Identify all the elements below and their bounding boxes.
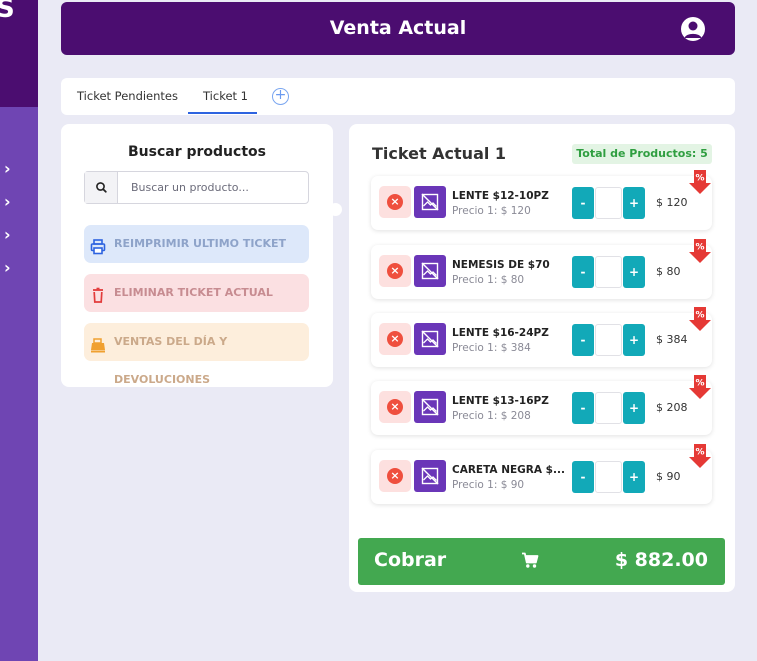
close-icon: × bbox=[387, 331, 403, 347]
svg-text:%: % bbox=[695, 311, 704, 321]
remove-item-button[interactable]: × bbox=[379, 323, 411, 355]
svg-text:%: % bbox=[695, 174, 704, 184]
svg-text:%: % bbox=[695, 379, 704, 389]
ticket-tabs: Ticket Pendientes Ticket 1 + bbox=[61, 78, 735, 115]
close-icon: × bbox=[387, 194, 403, 210]
cash-register-icon bbox=[90, 332, 106, 353]
page-title: Venta Actual bbox=[329, 17, 467, 39]
search-icon bbox=[85, 172, 118, 203]
item-price: Precio 1: $ 80 bbox=[452, 274, 525, 286]
tab-ticket-1[interactable]: Ticket 1 bbox=[203, 89, 248, 103]
svg-text:%: % bbox=[695, 243, 704, 253]
decrease-quantity-button[interactable]: - bbox=[572, 324, 594, 356]
delete-label: ELIMINAR TICKET ACTUAL bbox=[114, 286, 273, 299]
item-name: LENTE $13-16PZ bbox=[452, 395, 549, 407]
quantity-field[interactable] bbox=[595, 256, 622, 288]
increase-quantity-button[interactable]: + bbox=[623, 187, 645, 219]
panel-connector bbox=[329, 203, 342, 216]
ticket-panel: Ticket Actual 1 Total de Productos: 5 × … bbox=[349, 124, 735, 592]
item-price: Precio 1: $ 208 bbox=[452, 410, 531, 422]
item-price: Precio 1: $ 384 bbox=[452, 342, 531, 354]
sidebar-chevron-icon[interactable]: › bbox=[4, 260, 16, 276]
increase-quantity-button[interactable]: + bbox=[623, 256, 645, 288]
active-tab-indicator bbox=[188, 112, 257, 114]
discount-icon[interactable]: % bbox=[689, 444, 711, 468]
quantity-field[interactable] bbox=[595, 461, 622, 493]
decrease-quantity-button[interactable]: - bbox=[572, 461, 594, 493]
search-box bbox=[84, 171, 309, 204]
sales-label: VENTAS DEL DÍA Y DEVOLUCIONES bbox=[114, 335, 228, 386]
item-name: CARETA NEGRA $... bbox=[452, 464, 565, 476]
checkout-label: Cobrar bbox=[374, 549, 447, 571]
ticket-title: Ticket Actual 1 bbox=[372, 144, 507, 163]
checkout-button[interactable]: Cobrar $ 882.00 bbox=[358, 538, 725, 585]
search-panel: Buscar productos REIMPRIMIR ULTIMO TICKE… bbox=[61, 124, 333, 387]
ticket-item: × NEMESIS DE $70 Precio 1: $ 80 - + $ 80… bbox=[371, 239, 712, 299]
sidebar: S › › › › bbox=[0, 0, 38, 661]
increase-quantity-button[interactable]: + bbox=[623, 324, 645, 356]
sidebar-chevron-icon[interactable]: › bbox=[4, 227, 16, 243]
close-icon: × bbox=[387, 263, 403, 279]
item-price: Precio 1: $ 90 bbox=[452, 479, 525, 491]
decrease-quantity-button[interactable]: - bbox=[572, 256, 594, 288]
decrease-quantity-button[interactable]: - bbox=[572, 187, 594, 219]
remove-item-button[interactable]: × bbox=[379, 460, 411, 492]
ticket-item: × CARETA NEGRA $... Precio 1: $ 90 - + $… bbox=[371, 444, 712, 504]
item-name: NEMESIS DE $70 bbox=[452, 259, 550, 271]
item-total: $ 120 bbox=[656, 196, 688, 209]
discount-icon[interactable]: % bbox=[689, 239, 711, 263]
close-icon: × bbox=[387, 399, 403, 415]
remove-item-button[interactable]: × bbox=[379, 391, 411, 423]
item-name: LENTE $12-10PZ bbox=[452, 190, 549, 202]
discount-icon[interactable]: % bbox=[689, 170, 711, 194]
sidebar-chevron-icon[interactable]: › bbox=[4, 161, 16, 177]
cart-icon bbox=[521, 552, 539, 573]
quantity-field[interactable] bbox=[595, 187, 622, 219]
item-total: $ 90 bbox=[656, 470, 681, 483]
delete-current-ticket-button[interactable]: ELIMINAR TICKET ACTUAL bbox=[84, 274, 309, 312]
search-input[interactable] bbox=[121, 172, 306, 203]
reprint-last-ticket-button[interactable]: REIMPRIMIR ULTIMO TICKET bbox=[84, 225, 309, 263]
no-image-icon bbox=[414, 186, 446, 218]
item-name: LENTE $16-24PZ bbox=[452, 327, 549, 339]
increase-quantity-button[interactable]: + bbox=[623, 392, 645, 424]
svg-text:%: % bbox=[695, 448, 704, 458]
reprint-label: REIMPRIMIR ULTIMO TICKET bbox=[114, 237, 287, 250]
quantity-field[interactable] bbox=[595, 324, 622, 356]
search-panel-title: Buscar productos bbox=[128, 144, 266, 160]
sidebar-brand-area: S bbox=[0, 0, 38, 107]
decrease-quantity-button[interactable]: - bbox=[572, 392, 594, 424]
trash-icon bbox=[90, 283, 106, 303]
no-image-icon bbox=[414, 323, 446, 355]
remove-item-button[interactable]: × bbox=[379, 186, 411, 218]
user-circle-icon[interactable] bbox=[681, 17, 705, 41]
discount-icon[interactable]: % bbox=[689, 307, 711, 331]
daily-sales-returns-button[interactable]: VENTAS DEL DÍA Y DEVOLUCIONES bbox=[84, 323, 309, 386]
discount-icon[interactable]: % bbox=[689, 375, 711, 399]
app-logo: S bbox=[0, 0, 15, 24]
tab-ticket-pendientes[interactable]: Ticket Pendientes bbox=[77, 89, 178, 103]
item-total: $ 208 bbox=[656, 401, 688, 414]
item-total: $ 384 bbox=[656, 333, 688, 346]
item-total: $ 80 bbox=[656, 265, 681, 278]
increase-quantity-button[interactable]: + bbox=[623, 461, 645, 493]
top-header: Venta Actual bbox=[61, 2, 735, 55]
add-ticket-icon[interactable]: + bbox=[272, 88, 289, 105]
printer-icon bbox=[90, 234, 106, 255]
total-products-badge: Total de Productos: 5 bbox=[572, 144, 712, 164]
remove-item-button[interactable]: × bbox=[379, 255, 411, 287]
ticket-item: × LENTE $12-10PZ Precio 1: $ 120 - + $ 1… bbox=[371, 170, 712, 230]
no-image-icon bbox=[414, 460, 446, 492]
ticket-item: × LENTE $16-24PZ Precio 1: $ 384 - + $ 3… bbox=[371, 307, 712, 367]
close-icon: × bbox=[387, 468, 403, 484]
no-image-icon bbox=[414, 255, 446, 287]
checkout-total: $ 882.00 bbox=[614, 549, 708, 571]
ticket-item: × LENTE $13-16PZ Precio 1: $ 208 - + $ 2… bbox=[371, 375, 712, 435]
quantity-field[interactable] bbox=[595, 392, 622, 424]
no-image-icon bbox=[414, 391, 446, 423]
sidebar-chevron-icon[interactable]: › bbox=[4, 194, 16, 210]
item-price: Precio 1: $ 120 bbox=[452, 205, 531, 217]
